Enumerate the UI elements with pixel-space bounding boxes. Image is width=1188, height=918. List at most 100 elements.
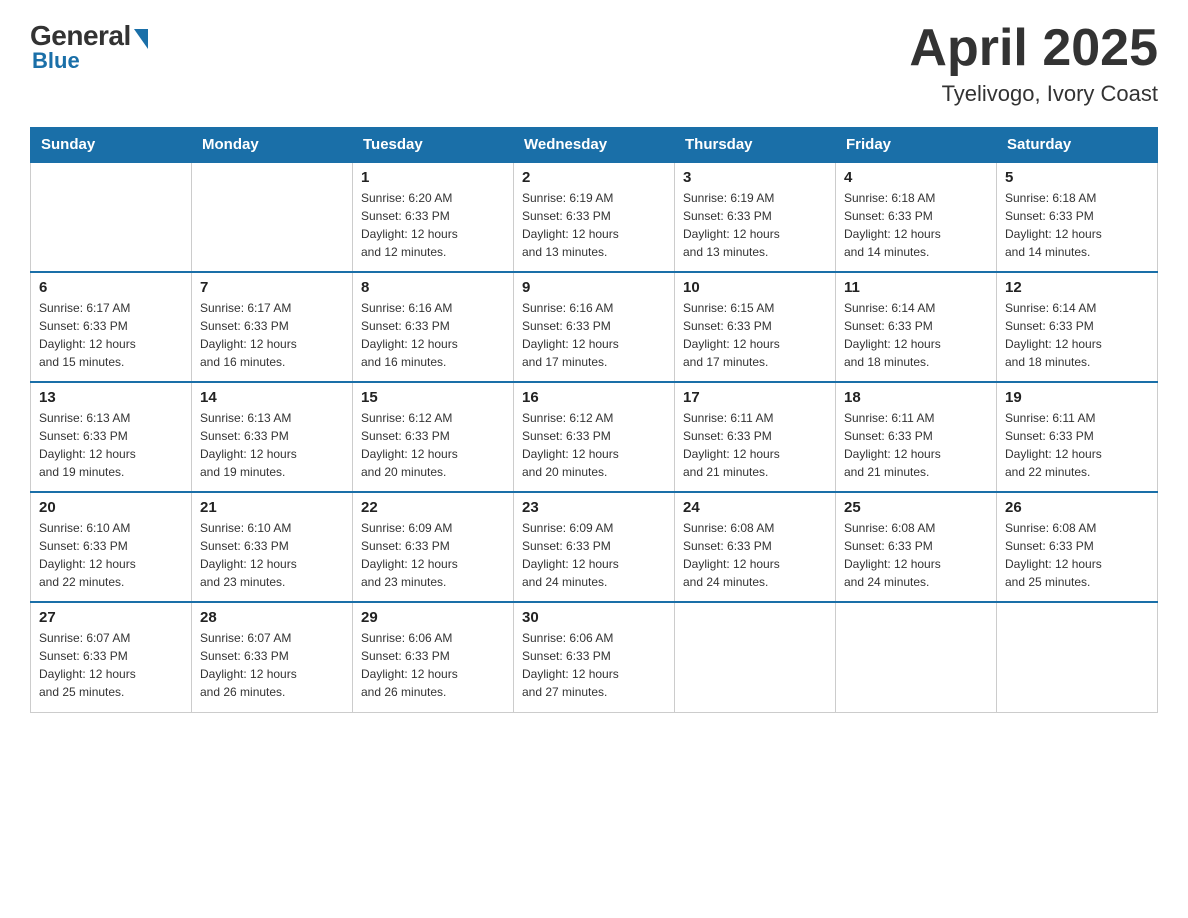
table-row [997, 602, 1158, 712]
calendar-header-row: Sunday Monday Tuesday Wednesday Thursday… [31, 128, 1158, 163]
day-info: Sunrise: 6:16 AMSunset: 6:33 PMDaylight:… [522, 299, 666, 371]
day-number: 6 [39, 279, 183, 296]
day-info: Sunrise: 6:10 AMSunset: 6:33 PMDaylight:… [200, 519, 344, 591]
day-info: Sunrise: 6:08 AMSunset: 6:33 PMDaylight:… [844, 519, 988, 591]
page-header: General Blue April 2025 Tyelivogo, Ivory… [30, 20, 1158, 107]
table-row: 25 Sunrise: 6:08 AMSunset: 6:33 PMDayligh… [836, 492, 997, 602]
table-row: 16 Sunrise: 6:12 AMSunset: 6:33 PMDayligh… [514, 382, 675, 492]
day-number: 7 [200, 279, 344, 296]
day-number: 24 [683, 499, 827, 516]
table-row: 9Sunrise: 6:16 AMSunset: 6:33 PMDaylight… [514, 272, 675, 382]
day-number: 2 [522, 169, 666, 186]
day-info: Sunrise: 6:11 AMSunset: 6:33 PMDaylight:… [683, 409, 827, 481]
day-info: Sunrise: 6:07 AMSunset: 6:33 PMDaylight:… [39, 629, 183, 701]
table-row: 22Sunrise: 6:09 AMSunset: 6:33 PMDayligh… [353, 492, 514, 602]
day-info: Sunrise: 6:20 AMSunset: 6:33 PMDaylight:… [361, 189, 505, 261]
calendar-subtitle: Tyelivogo, Ivory Coast [909, 81, 1158, 107]
day-number: 1 [361, 169, 505, 186]
col-thursday: Thursday [675, 128, 836, 163]
day-number: 25 [844, 499, 988, 516]
day-info: Sunrise: 6:06 AMSunset: 6:33 PMDaylight:… [522, 629, 666, 701]
table-row: 26Sunrise: 6:08 AMSunset: 6:33 PMDayligh… [997, 492, 1158, 602]
day-info: Sunrise: 6:13 AMSunset: 6:33 PMDaylight:… [200, 409, 344, 481]
table-row: 10Sunrise: 6:15 AMSunset: 6:33 PMDayligh… [675, 272, 836, 382]
day-info: Sunrise: 6:17 AMSunset: 6:33 PMDaylight:… [39, 299, 183, 371]
table-row [192, 162, 353, 272]
calendar-week-row: 27 Sunrise: 6:07 AMSunset: 6:33 PMDayligh… [31, 602, 1158, 712]
logo-blue-text: Blue [32, 48, 80, 74]
day-info: Sunrise: 6:12 AMSunset: 6:33 PMDaylight:… [361, 409, 505, 481]
col-saturday: Saturday [997, 128, 1158, 163]
day-number: 12 [1005, 279, 1149, 296]
day-info: Sunrise: 6:06 AMSunset: 6:33 PMDaylight:… [361, 629, 505, 701]
day-number: 11 [844, 279, 988, 296]
table-row: 19 Sunrise: 6:11 AMSunset: 6:33 PMDayligh… [997, 382, 1158, 492]
table-row: 13 Sunrise: 6:13 AMSunset: 6:33 PMDayligh… [31, 382, 192, 492]
table-row: 30Sunrise: 6:06 AMSunset: 6:33 PMDayligh… [514, 602, 675, 712]
day-info: Sunrise: 6:09 AMSunset: 6:33 PMDaylight:… [522, 519, 666, 591]
table-row [31, 162, 192, 272]
day-number: 13 [39, 389, 183, 406]
table-row [836, 602, 997, 712]
calendar-title: April 2025 [909, 20, 1158, 77]
title-block: April 2025 Tyelivogo, Ivory Coast [909, 20, 1158, 107]
table-row [675, 602, 836, 712]
day-info: Sunrise: 6:10 AMSunset: 6:33 PMDaylight:… [39, 519, 183, 591]
day-number: 14 [200, 389, 344, 406]
day-number: 20 [39, 499, 183, 516]
day-info: Sunrise: 6:14 AMSunset: 6:33 PMDaylight:… [844, 299, 988, 371]
table-row: 21 Sunrise: 6:10 AMSunset: 6:33 PMDayligh… [192, 492, 353, 602]
col-wednesday: Wednesday [514, 128, 675, 163]
logo-triangle-icon [134, 29, 148, 49]
table-row: 15Sunrise: 6:12 AMSunset: 6:33 PMDayligh… [353, 382, 514, 492]
table-row: 4 Sunrise: 6:18 AMSunset: 6:33 PMDaylight… [836, 162, 997, 272]
day-info: Sunrise: 6:15 AMSunset: 6:33 PMDaylight:… [683, 299, 827, 371]
day-number: 28 [200, 609, 344, 626]
table-row: 8Sunrise: 6:16 AMSunset: 6:33 PMDaylight… [353, 272, 514, 382]
table-row: 18 Sunrise: 6:11 AMSunset: 6:33 PMDayligh… [836, 382, 997, 492]
table-row: 3 Sunrise: 6:19 AMSunset: 6:33 PMDaylight… [675, 162, 836, 272]
day-number: 21 [200, 499, 344, 516]
day-info: Sunrise: 6:08 AMSunset: 6:33 PMDaylight:… [683, 519, 827, 591]
day-info: Sunrise: 6:17 AMSunset: 6:33 PMDaylight:… [200, 299, 344, 371]
day-info: Sunrise: 6:14 AMSunset: 6:33 PMDaylight:… [1005, 299, 1149, 371]
table-row: 23 Sunrise: 6:09 AMSunset: 6:33 PMDayligh… [514, 492, 675, 602]
day-number: 5 [1005, 169, 1149, 186]
day-info: Sunrise: 6:11 AMSunset: 6:33 PMDaylight:… [1005, 409, 1149, 481]
table-row: 5 Sunrise: 6:18 AMSunset: 6:33 PMDaylight… [997, 162, 1158, 272]
day-number: 18 [844, 389, 988, 406]
table-row: 11 Sunrise: 6:14 AMSunset: 6:33 PMDayligh… [836, 272, 997, 382]
table-row: 27 Sunrise: 6:07 AMSunset: 6:33 PMDayligh… [31, 602, 192, 712]
table-row: 2 Sunrise: 6:19 AMSunset: 6:33 PMDaylight… [514, 162, 675, 272]
col-monday: Monday [192, 128, 353, 163]
col-friday: Friday [836, 128, 997, 163]
table-row: 7 Sunrise: 6:17 AMSunset: 6:33 PMDaylight… [192, 272, 353, 382]
day-info: Sunrise: 6:18 AMSunset: 6:33 PMDaylight:… [844, 189, 988, 261]
day-number: 27 [39, 609, 183, 626]
col-tuesday: Tuesday [353, 128, 514, 163]
day-number: 26 [1005, 499, 1149, 516]
day-info: Sunrise: 6:16 AMSunset: 6:33 PMDaylight:… [361, 299, 505, 371]
day-number: 29 [361, 609, 505, 626]
day-info: Sunrise: 6:11 AMSunset: 6:33 PMDaylight:… [844, 409, 988, 481]
day-number: 23 [522, 499, 666, 516]
day-number: 16 [522, 389, 666, 406]
day-info: Sunrise: 6:12 AMSunset: 6:33 PMDaylight:… [522, 409, 666, 481]
day-info: Sunrise: 6:19 AMSunset: 6:33 PMDaylight:… [683, 189, 827, 261]
table-row: 28Sunrise: 6:07 AMSunset: 6:33 PMDayligh… [192, 602, 353, 712]
calendar-week-row: 6 Sunrise: 6:17 AMSunset: 6:33 PMDaylight… [31, 272, 1158, 382]
day-info: Sunrise: 6:19 AMSunset: 6:33 PMDaylight:… [522, 189, 666, 261]
table-row: 14 Sunrise: 6:13 AMSunset: 6:33 PMDayligh… [192, 382, 353, 492]
table-row: 17 Sunrise: 6:11 AMSunset: 6:33 PMDayligh… [675, 382, 836, 492]
day-number: 3 [683, 169, 827, 186]
day-info: Sunrise: 6:13 AMSunset: 6:33 PMDaylight:… [39, 409, 183, 481]
day-number: 19 [1005, 389, 1149, 406]
day-info: Sunrise: 6:18 AMSunset: 6:33 PMDaylight:… [1005, 189, 1149, 261]
table-row: 12 Sunrise: 6:14 AMSunset: 6:33 PMDayligh… [997, 272, 1158, 382]
day-info: Sunrise: 6:09 AMSunset: 6:33 PMDaylight:… [361, 519, 505, 591]
day-number: 4 [844, 169, 988, 186]
table-row: 29 Sunrise: 6:06 AMSunset: 6:33 PMDayligh… [353, 602, 514, 712]
calendar-week-row: 20 Sunrise: 6:10 AMSunset: 6:33 PMDayligh… [31, 492, 1158, 602]
day-number: 17 [683, 389, 827, 406]
logo: General Blue [30, 20, 148, 74]
